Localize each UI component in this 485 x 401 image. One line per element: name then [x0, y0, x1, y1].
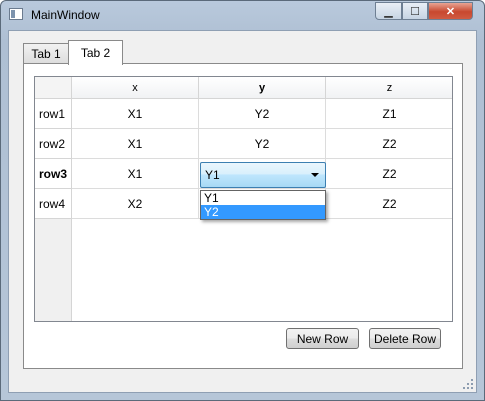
- table-cell[interactable]: Z1: [326, 99, 452, 129]
- tab-2[interactable]: Tab 2: [68, 40, 123, 65]
- row-header-row1[interactable]: row1: [35, 99, 72, 129]
- combo-value: Y1: [205, 168, 220, 182]
- row-header-row2[interactable]: row2: [35, 129, 72, 159]
- combo-dropdown-list: Y1 Y2: [200, 190, 326, 220]
- close-button[interactable]: ✕: [428, 2, 473, 20]
- new-row-button[interactable]: New Row: [286, 328, 359, 349]
- table-cell[interactable]: X1: [72, 129, 199, 159]
- close-icon: ✕: [445, 5, 456, 18]
- maximize-icon: ☐: [410, 5, 420, 18]
- app-icon: [9, 8, 23, 20]
- main-window: MainWindow ▁ ☐ ✕ Tab 1 Tab 2 x y z row1 …: [0, 0, 485, 401]
- table-cell[interactable]: Z2: [326, 189, 452, 219]
- table-corner[interactable]: [35, 77, 72, 99]
- minimize-button[interactable]: ▁: [375, 2, 402, 20]
- delete-row-button[interactable]: Delete Row: [369, 328, 441, 349]
- table-cell[interactable]: Z2: [326, 159, 452, 189]
- table-cell[interactable]: Z2: [326, 129, 452, 159]
- table-cell[interactable]: Y2: [199, 129, 326, 159]
- title-bar[interactable]: MainWindow ▁ ☐ ✕: [1, 1, 484, 29]
- dropdown-option-y1[interactable]: Y1: [201, 191, 325, 205]
- table-cell[interactable]: X1: [72, 99, 199, 129]
- resize-grip-icon[interactable]: [463, 379, 473, 389]
- client-area: Tab 1 Tab 2 x y z row1 X1 Y2 Z1 row2 X1 …: [8, 30, 477, 393]
- data-table[interactable]: x y z row1 X1 Y2 Z1 row2 X1 Y2 Z2 row3 X…: [34, 76, 453, 322]
- dropdown-option-y2[interactable]: Y2: [201, 205, 325, 219]
- window-title: MainWindow: [31, 8, 100, 22]
- table-cell[interactable]: Y2: [199, 99, 326, 129]
- row-header-row3[interactable]: row3: [35, 159, 72, 189]
- row-header-row4[interactable]: row4: [35, 189, 72, 219]
- tab-pane: x y z row1 X1 Y2 Z1 row2 X1 Y2 Z2 row3 X…: [23, 63, 463, 369]
- tab-1[interactable]: Tab 1: [23, 43, 69, 64]
- maximize-button[interactable]: ☐: [402, 2, 428, 20]
- table-cell[interactable]: X1: [72, 159, 199, 189]
- column-header-z[interactable]: z: [326, 77, 452, 99]
- chevron-down-icon[interactable]: [311, 173, 319, 177]
- column-header-y[interactable]: y: [199, 77, 326, 99]
- y-combo-box[interactable]: Y1: [200, 162, 326, 188]
- minimize-icon: ▁: [384, 5, 393, 18]
- table-cell[interactable]: X2: [72, 189, 199, 219]
- column-header-x[interactable]: x: [72, 77, 199, 99]
